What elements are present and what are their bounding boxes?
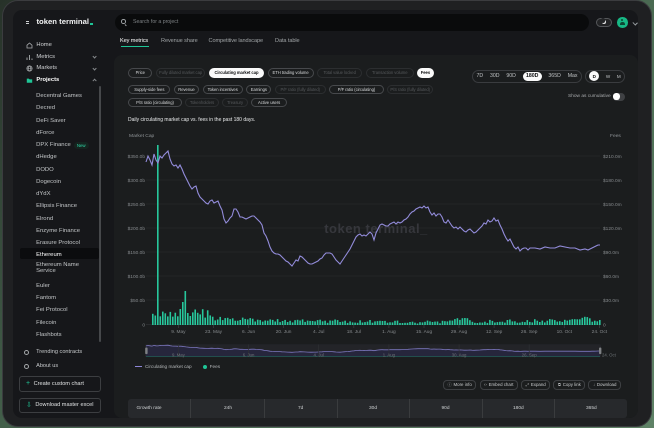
svg-text:$150.0m: $150.0m	[603, 202, 622, 208]
svg-text:12. Sep: 12. Sep	[486, 329, 503, 335]
svg-text:9. May: 9. May	[171, 329, 186, 335]
svg-text:1. Aug: 1. Aug	[382, 329, 396, 335]
svg-text:26. Sep: 26. Sep	[522, 353, 537, 358]
svg-text:$210.0m: $210.0m	[603, 154, 622, 160]
svg-text:$350.0b: $350.0b	[128, 154, 146, 160]
svg-text:$50.0b: $50.0b	[130, 298, 145, 304]
svg-text:15. Aug: 15. Aug	[416, 329, 433, 335]
svg-text:$200.0b: $200.0b	[128, 226, 146, 232]
svg-text:$120.0m: $120.0m	[603, 226, 622, 232]
svg-text:0: 0	[603, 322, 606, 328]
svg-text:24. Oct: 24. Oct	[602, 353, 617, 358]
svg-text:26. Sep: 26. Sep	[521, 329, 538, 335]
svg-text:$250.0b: $250.0b	[128, 202, 146, 208]
svg-text:4. Jul: 4. Jul	[314, 353, 324, 358]
svg-text:20. Jun: 20. Jun	[276, 329, 292, 335]
svg-text:6. Jun: 6. Jun	[242, 329, 255, 335]
svg-text:$30.0m: $30.0m	[603, 298, 619, 304]
svg-text:$60.0m: $60.0m	[603, 274, 619, 280]
svg-text:$100.0b: $100.0b	[128, 274, 146, 280]
svg-text:$90.0m: $90.0m	[603, 250, 619, 256]
svg-text:24. Oct: 24. Oct	[592, 329, 608, 335]
svg-text:$300.0b: $300.0b	[128, 178, 146, 184]
svg-text:29. Aug: 29. Aug	[451, 329, 468, 335]
svg-text:6. Jun: 6. Jun	[243, 353, 255, 358]
svg-text:0: 0	[142, 322, 145, 328]
svg-text:$150.0b: $150.0b	[128, 250, 146, 256]
svg-text:$180.0m: $180.0m	[603, 178, 622, 184]
svg-text:10. Oct: 10. Oct	[557, 329, 573, 335]
svg-text:23. May: 23. May	[205, 329, 223, 335]
svg-text:18. Jul: 18. Jul	[347, 329, 361, 335]
svg-text:4. Jul: 4. Jul	[313, 329, 324, 335]
svg-text:1. Aug: 1. Aug	[383, 353, 396, 358]
svg-text:9. May: 9. May	[172, 353, 186, 358]
svg-text:30. Aug: 30. Aug	[452, 353, 467, 358]
